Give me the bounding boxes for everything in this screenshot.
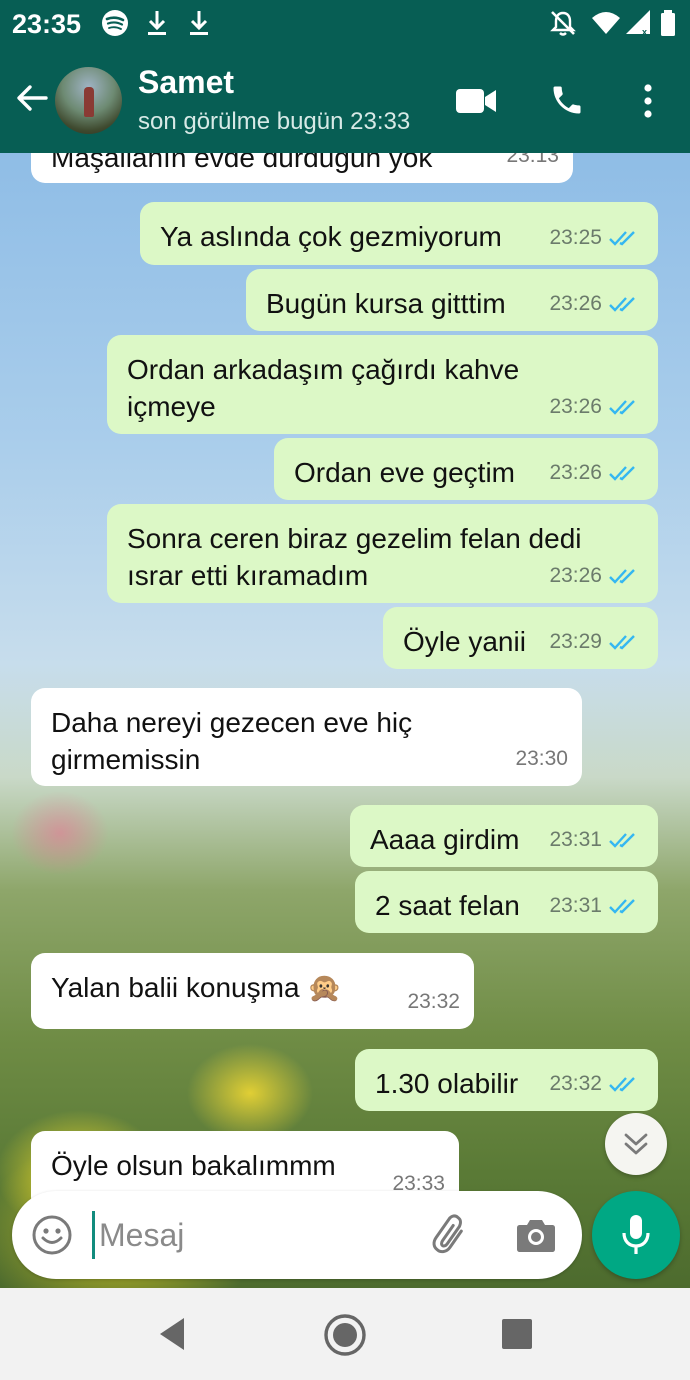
message-incoming[interactable]: Yalan balii konuşma 🙊 23:32 xyxy=(31,953,474,1029)
battery-icon xyxy=(661,10,675,36)
read-ticks-icon xyxy=(609,296,635,312)
back-arrow-icon[interactable] xyxy=(12,78,52,118)
message-text-line: Sonra ceren biraz gezelim felan dedi xyxy=(127,523,582,554)
message-text: Maşallahın evde durduğun yok xyxy=(51,153,433,173)
message-time: 23:25 xyxy=(549,226,602,249)
message-text: Öyle yanii xyxy=(403,626,526,657)
avatar[interactable] xyxy=(55,67,122,134)
message-text: Ya aslında çok gezmiyorum xyxy=(160,221,502,252)
message-outgoing[interactable]: Öyle yanii 23:29 xyxy=(383,607,658,669)
signal-icon: x xyxy=(626,10,650,37)
chat-header: Samet son görülme bugün 23:33 xyxy=(0,50,690,153)
read-ticks-icon xyxy=(609,898,635,914)
svg-text:x: x xyxy=(642,27,647,37)
double-chevron-down-icon[interactable] xyxy=(605,1113,667,1175)
download-icon xyxy=(190,11,208,35)
status-bar: 23:35 x xyxy=(0,0,690,50)
home-circle-icon[interactable] xyxy=(322,1312,368,1358)
message-text: Öyle olsun bakalımmm xyxy=(51,1150,336,1181)
recents-square-icon[interactable] xyxy=(501,1318,533,1350)
message-time: 23:31 xyxy=(549,828,602,851)
attach-icon[interactable] xyxy=(428,1213,474,1259)
message-input[interactable] xyxy=(92,1211,412,1259)
wifi-icon xyxy=(592,12,620,34)
message-time: 23:29 xyxy=(549,630,602,653)
message-text: 2 saat felan xyxy=(375,890,520,921)
more-vert-icon[interactable] xyxy=(638,82,658,120)
message-text-line: Daha nereyi gezecen eve hiç xyxy=(51,707,413,738)
message-outgoing[interactable]: 1.30 olabilir 23:32 xyxy=(355,1049,658,1111)
message-outgoing[interactable]: Ya aslında çok gezmiyorum 23:25 xyxy=(140,202,658,265)
read-ticks-icon xyxy=(609,1076,635,1092)
back-triangle-icon[interactable] xyxy=(154,1312,188,1356)
message-time: 23:13 xyxy=(506,153,559,167)
message-outgoing[interactable]: 2 saat felan 23:31 xyxy=(355,871,658,933)
mic-button[interactable] xyxy=(592,1191,680,1279)
message-time: 23:30 xyxy=(515,747,568,770)
message-outgoing[interactable]: Sonra ceren biraz gezelim felan dedi ısr… xyxy=(107,504,658,603)
message-text: Bugün kursa gitttim xyxy=(266,288,506,319)
message-time: 23:26 xyxy=(549,564,602,587)
message-text-line: ısrar etti kıramadım xyxy=(127,560,369,591)
read-ticks-icon xyxy=(609,399,635,415)
last-seen-status: son görülme bugün 23:33 xyxy=(138,108,411,135)
message-time: 23:31 xyxy=(549,894,602,917)
read-ticks-icon xyxy=(609,230,635,246)
chat-background: Maşallahın evde durduğun yok 23:13 Ya as… xyxy=(0,153,690,1288)
message-text: Ordan eve geçtim xyxy=(294,457,515,488)
mic-icon xyxy=(622,1215,650,1254)
notifications-off-icon xyxy=(550,11,576,36)
message-outgoing[interactable]: Aaaa girdim 23:31 xyxy=(350,805,658,867)
message-incoming[interactable]: Maşallahın evde durduğun yok 23:13 xyxy=(31,153,573,183)
download-icon xyxy=(148,11,166,35)
message-outgoing[interactable]: Ordan arkadaşım çağırdı kahve içmeye 23:… xyxy=(107,335,658,434)
camera-icon[interactable] xyxy=(515,1215,557,1255)
message-composer xyxy=(12,1191,582,1279)
message-outgoing[interactable]: Bugün kursa gitttim 23:26 xyxy=(246,269,658,331)
message-time: 23:26 xyxy=(549,395,602,418)
message-text: Aaaa girdim xyxy=(370,824,520,855)
status-time: 23:35 xyxy=(12,9,82,39)
message-outgoing[interactable]: Ordan eve geçtim 23:26 xyxy=(274,438,658,500)
read-ticks-icon xyxy=(609,832,635,848)
spotify-icon xyxy=(102,10,128,36)
message-text: Yalan balii konuşma 🙊 xyxy=(51,972,343,1003)
message-time: 23:32 xyxy=(549,1072,602,1095)
message-incoming[interactable]: Daha nereyi gezecen eve hiç girmemissin … xyxy=(31,688,582,786)
system-nav-bar xyxy=(0,1288,690,1380)
read-ticks-icon xyxy=(609,634,635,650)
read-ticks-icon xyxy=(609,568,635,584)
read-ticks-icon xyxy=(609,465,635,481)
video-call-icon[interactable] xyxy=(455,86,497,116)
message-text-line: Ordan arkadaşım çağırdı kahve xyxy=(127,354,520,385)
message-text: 1.30 olabilir xyxy=(375,1068,519,1099)
message-time: 23:26 xyxy=(549,292,602,315)
message-text-line: girmemissin xyxy=(51,744,201,775)
emoji-icon[interactable] xyxy=(30,1213,74,1257)
contact-name[interactable]: Samet xyxy=(138,64,234,101)
message-time: 23:32 xyxy=(407,990,460,1013)
message-text-line: içmeye xyxy=(127,391,216,422)
message-time: 23:26 xyxy=(549,461,602,484)
voice-call-icon[interactable] xyxy=(549,82,585,118)
